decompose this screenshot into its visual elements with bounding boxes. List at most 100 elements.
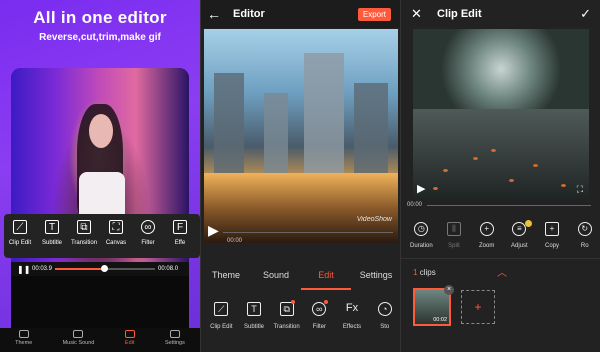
fullscreen-icon[interactable]: ⛶	[577, 184, 583, 195]
tab-edit[interactable]: Edit	[301, 262, 351, 290]
tool-label: Filter	[141, 240, 155, 246]
new-badge	[323, 300, 328, 304]
nav-icon	[18, 330, 29, 338]
nav-item-edit[interactable]: Edit	[124, 328, 135, 352]
tool-transition[interactable]: ⧉ Transition	[68, 214, 100, 258]
seek-bar[interactable]	[55, 265, 156, 272]
remove-clip-icon[interactable]: ×	[444, 285, 454, 295]
nav-label: Music Sound	[62, 340, 95, 346]
export-button[interactable]: Export	[357, 7, 391, 21]
current-time: 00:00	[407, 202, 423, 208]
tool-label: Duration	[409, 243, 433, 249]
clip-edit-icon: ⟋	[214, 302, 229, 316]
new-badge	[291, 300, 296, 304]
tool-label: Subtitle	[41, 240, 62, 246]
tool-label: Filter	[312, 324, 327, 330]
canvas-icon: ⛶	[109, 220, 123, 234]
playback-bar: ❚❚ 00:03.9 00:08.0	[11, 262, 189, 276]
phone-mockup: ❚❚ 00:03.9 00:08.0	[11, 68, 189, 352]
tool-sticker[interactable]: ◔ Sto	[368, 302, 400, 352]
bottom-nav: Theme Music Sound Edit Settings	[0, 328, 200, 352]
tool-label: Adjust	[511, 243, 528, 249]
promo-subtitle: Reverse,cut,trim,make gif	[39, 32, 161, 43]
editor-tabs: Theme Sound Edit Settings	[201, 262, 400, 290]
page-title: Editor	[233, 8, 265, 20]
tool-label: Effe	[174, 240, 186, 246]
video-preview[interactable]: ▶ ⛶	[413, 29, 589, 199]
play-icon[interactable]: ▶	[417, 182, 425, 195]
clip-toolbar: ◷ Duration ⫼ Split + Zoom ≡ Adjust + Copy ↻ Ro	[401, 220, 600, 258]
clip-edit-icon: ⟋	[13, 220, 27, 234]
tool-clip-edit[interactable]: ⟋ Clip Edit	[4, 214, 36, 258]
transition-icon: ⧉	[279, 302, 294, 316]
tool-subtitle[interactable]: T Subtitle	[36, 214, 68, 258]
seek-handle[interactable]	[101, 265, 109, 272]
close-icon[interactable]: ✕	[411, 6, 433, 22]
transition-icon: ⧉	[77, 220, 91, 234]
promo-panel: All in one editor Reverse,cut,trim,make …	[0, 0, 200, 352]
tab-settings[interactable]: Settings	[351, 262, 400, 290]
tool-label: Copy	[545, 243, 560, 249]
tool-effects[interactable]: Fx Effects	[336, 302, 369, 352]
nav-label: Edit	[124, 340, 135, 346]
tool-split: ⫼ Split	[438, 222, 471, 258]
seek-bar[interactable]	[427, 205, 591, 206]
sticker-icon: ◔	[377, 302, 392, 316]
check-icon[interactable]: ✓	[580, 6, 591, 22]
add-clip-button[interactable]: +	[461, 290, 495, 324]
total-time: 00:08.0	[158, 266, 179, 272]
tool-label: Clip Edit	[210, 324, 233, 330]
page-title: Clip Edit	[437, 8, 482, 20]
tool-clip-edit[interactable]: ⟋ Clip Edit	[205, 302, 238, 352]
split-icon: ⫼	[447, 222, 461, 236]
nav-item-music-sound[interactable]: Music Sound	[62, 328, 95, 352]
filter-icon: ∞	[141, 220, 155, 234]
nav-icon	[124, 330, 135, 338]
tool-label: Clip Edit	[8, 240, 32, 246]
editor-toolbar: ⟋ Clip Edit T Subtitle ⧉ Transition ∞ Filter Fx E…	[201, 300, 400, 352]
tool-transition[interactable]: ⧉ Transition	[270, 300, 303, 352]
tool-label: Split	[448, 243, 460, 249]
tool-filter[interactable]: ∞ Filter	[132, 214, 164, 258]
tool-subtitle[interactable]: T Subtitle	[238, 302, 271, 352]
clip-thumbnail[interactable]: 00:02 ×	[413, 285, 454, 326]
duration-icon: ◷	[414, 222, 429, 236]
tab-sound[interactable]: Sound	[251, 262, 301, 290]
tool-label: Transition	[70, 240, 98, 246]
tool-effects[interactable]: F Effe	[164, 214, 196, 258]
current-time: 00:00	[227, 238, 243, 244]
video-preview[interactable]: VideoShow ▶	[204, 29, 398, 243]
editor-panel: ← Editor Export VideoShow ▶ 00:00 Theme S…	[200, 0, 400, 352]
tab-theme[interactable]: Theme	[201, 262, 251, 290]
subtitle-icon: T	[45, 220, 59, 234]
rotate-icon: ↻	[577, 222, 592, 236]
collapse-icon[interactable]: ︿	[497, 264, 507, 279]
current-time: 00:03.9	[32, 266, 53, 272]
nav-label: Settings	[164, 340, 185, 346]
clip-edit-panel: ✕ Clip Edit ✓ ▶ ⛶ 00:00 ◷ Duration ⫼ Split +…	[400, 0, 600, 352]
nav-item-settings[interactable]: Settings	[165, 328, 185, 352]
seek-progress	[55, 268, 105, 270]
tool-adjust[interactable]: ≡ Adjust	[503, 220, 536, 258]
clip-edit-header: ✕ Clip Edit ✓	[401, 0, 600, 28]
edit-toolbar: ⟋ Clip Edit T Subtitle ⧉ Transition ⛶ Canvas ∞ Fi…	[4, 214, 200, 258]
pause-icon[interactable]: ❚❚	[17, 265, 30, 274]
tool-rotate[interactable]: ↻ Ro	[568, 222, 600, 258]
tool-label: Canvas	[105, 240, 127, 246]
tool-label: Zoom	[479, 243, 495, 249]
tool-label: Transition	[273, 324, 300, 330]
filter-icon: ∞	[312, 302, 327, 316]
timeline-bar[interactable]: 00:00	[201, 232, 400, 250]
editor-header: ← Editor Export	[201, 0, 400, 28]
zoom-icon: +	[479, 222, 494, 236]
clips-count: 1 clips	[413, 268, 436, 277]
effects-icon: Fx	[345, 302, 359, 314]
nav-icon	[169, 330, 180, 338]
tool-copy[interactable]: + Copy	[536, 222, 569, 258]
nav-item-theme[interactable]: Theme	[15, 328, 32, 352]
back-arrow-icon[interactable]: ←	[207, 6, 229, 22]
tool-filter[interactable]: ∞ Filter	[303, 300, 336, 352]
tool-zoom[interactable]: + Zoom	[470, 222, 503, 258]
tool-canvas[interactable]: ⛶ Canvas	[100, 214, 132, 258]
tool-duration[interactable]: ◷ Duration	[405, 222, 438, 258]
